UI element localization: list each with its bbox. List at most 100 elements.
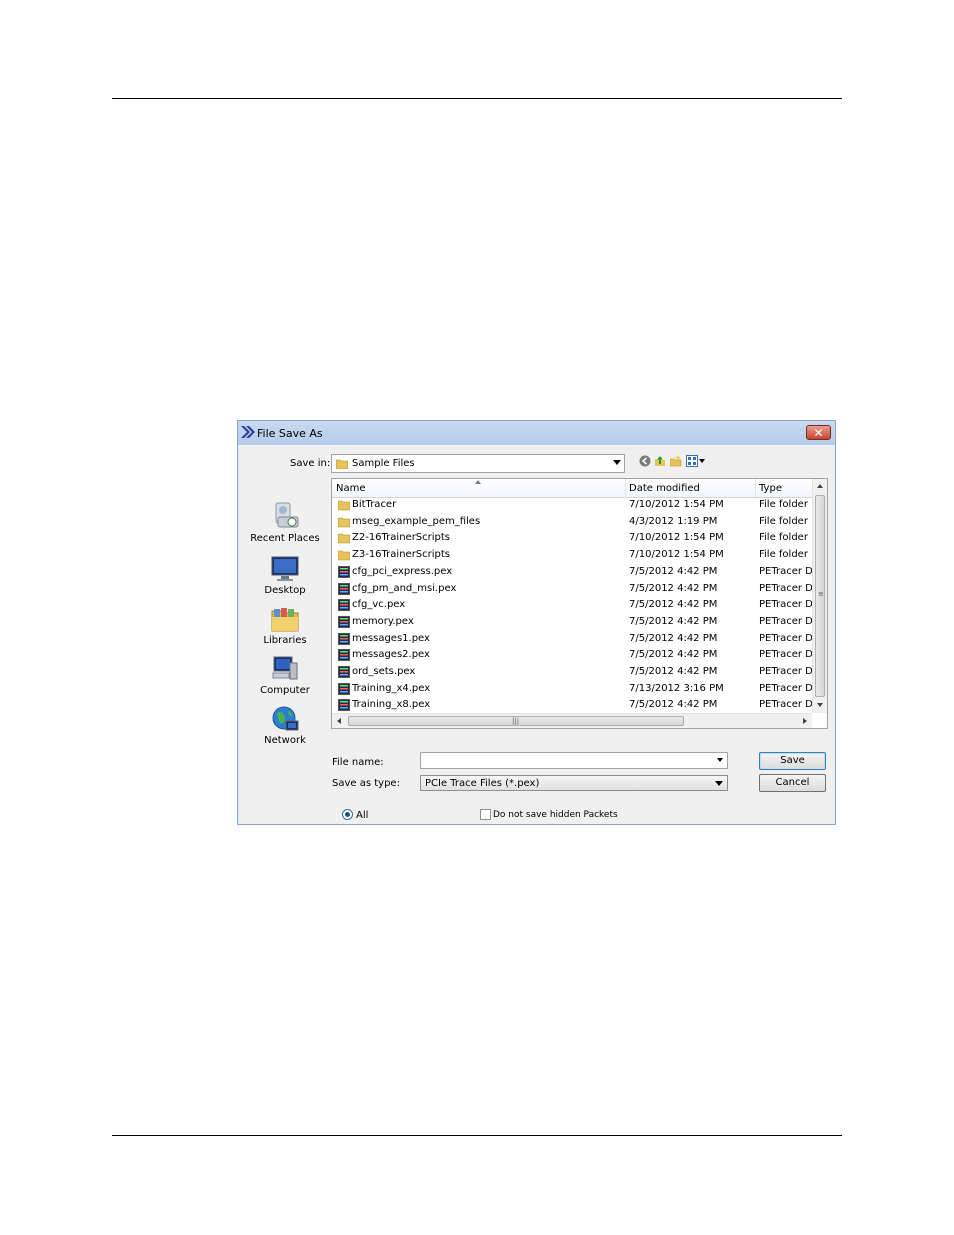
file-row[interactable]: ord_sets.pex 7/5/2012 4:42 PM PETracer Dc — [332, 664, 812, 680]
file-row[interactable]: BitTracer 7/10/2012 1:54 PM File folder — [332, 497, 812, 513]
scroll-up-icon[interactable] — [817, 484, 823, 488]
all-radio-label[interactable]: All — [356, 810, 368, 821]
place-libraries[interactable]: Libraries — [243, 605, 327, 653]
places-bar: Recent Places Desktop Libraries Computer… — [243, 501, 327, 756]
file-row[interactable]: messages2.pex 7/5/2012 4:42 PM PETracer Dc — [332, 647, 812, 663]
all-radio[interactable] — [342, 809, 353, 820]
title-bar[interactable]: File Save As ✕ — [238, 421, 835, 445]
vertical-scrollbar[interactable]: ≡ — [812, 479, 827, 713]
file-date: 7/13/2012 3:16 PM — [629, 682, 724, 694]
hidden-packets-checkbox[interactable] — [480, 809, 491, 820]
page-top-rule — [112, 98, 842, 99]
file-date: 7/5/2012 4:42 PM — [629, 615, 718, 627]
chevron-down-icon[interactable] — [717, 758, 723, 762]
computer-icon — [272, 656, 298, 680]
column-separator[interactable] — [625, 479, 626, 497]
pex-file-icon — [338, 682, 350, 695]
file-row[interactable]: Training_x8.pex 7/5/2012 4:42 PM PETracer … — [332, 697, 812, 713]
file-list-view[interactable]: Name Date modified Type BitTracer 7/10/20… — [331, 478, 828, 729]
horizontal-scrollbar[interactable]: ||| — [332, 713, 812, 728]
file-type: PETracer Dc — [759, 682, 812, 694]
file-type: PETracer Dc — [759, 565, 812, 577]
recent-places-icon — [275, 502, 299, 528]
place-label: Network — [264, 735, 306, 746]
column-header-name[interactable]: Name — [336, 483, 366, 494]
cancel-button[interactable]: Cancel — [759, 774, 826, 792]
file-name-input[interactable] — [420, 752, 728, 769]
file-row[interactable]: Training_x4.pex 7/13/2012 3:16 PM PETracer… — [332, 681, 812, 697]
file-row[interactable]: messages1.pex 7/5/2012 4:42 PM PETracer Dc — [332, 631, 812, 647]
file-date: 7/5/2012 4:42 PM — [629, 582, 718, 594]
save-in-dropdown[interactable]: Sample Files — [331, 454, 625, 473]
save-in-label: Save in: — [290, 458, 331, 469]
file-name-label: File name: — [332, 757, 384, 768]
file-date: 7/5/2012 4:42 PM — [629, 632, 718, 644]
chevron-down-icon[interactable] — [613, 460, 621, 465]
dialog-title: File Save As — [257, 427, 323, 440]
folder-icon — [338, 550, 350, 561]
file-date: 7/5/2012 4:42 PM — [629, 649, 718, 661]
new-folder-icon[interactable] — [670, 455, 682, 467]
chevron-down-icon[interactable] — [715, 781, 723, 786]
file-type: PETracer Dc — [759, 649, 812, 661]
file-date: 7/5/2012 4:42 PM — [629, 699, 718, 711]
file-name: mseg_example_pem_files — [352, 515, 481, 527]
list-header: Name Date modified Type — [332, 479, 812, 498]
place-desktop[interactable]: Desktop — [243, 555, 327, 603]
scroll-right-icon[interactable] — [803, 718, 807, 724]
file-row[interactable]: cfg_pci_express.pex 7/5/2012 4:42 PM PETra… — [332, 564, 812, 580]
place-label: Libraries — [263, 635, 307, 646]
network-icon — [272, 706, 299, 731]
pex-file-icon — [338, 615, 350, 628]
file-type: File folder — [759, 499, 808, 510]
file-name: Training_x4.pex — [352, 682, 431, 694]
scroll-down-icon[interactable] — [817, 703, 823, 707]
up-folder-icon[interactable] — [654, 455, 666, 467]
file-date: 7/5/2012 4:42 PM — [629, 565, 718, 577]
file-name: cfg_pci_express.pex — [352, 565, 453, 577]
file-date: 7/5/2012 4:42 PM — [629, 599, 718, 611]
pex-file-icon — [338, 699, 350, 712]
file-name: ord_sets.pex — [352, 666, 416, 677]
libraries-icon — [271, 608, 299, 632]
file-name: Training_x8.pex — [352, 699, 431, 711]
place-label: Recent Places — [250, 533, 320, 544]
views-menu-icon[interactable] — [686, 455, 706, 467]
save-button[interactable]: Save — [759, 752, 826, 770]
place-network[interactable]: Network — [243, 705, 327, 753]
pex-file-icon — [338, 565, 350, 578]
file-type: PETracer Dc — [759, 599, 812, 611]
column-header-date[interactable]: Date modified — [629, 483, 700, 494]
file-row[interactable]: cfg_pm_and_msi.pex 7/5/2012 4:42 PM PETrac… — [332, 581, 812, 597]
close-button[interactable]: ✕ — [806, 425, 831, 440]
column-header-type[interactable]: Type — [759, 483, 782, 494]
back-icon[interactable] — [639, 455, 651, 467]
radio-selected-dot — [345, 812, 350, 817]
file-row[interactable]: Z3-16TrainerScripts 7/10/2012 1:54 PM File… — [332, 547, 812, 563]
scroll-left-icon[interactable] — [337, 718, 341, 724]
file-row[interactable]: Z2-16TrainerScripts 7/10/2012 1:54 PM File… — [332, 530, 812, 546]
horizontal-scroll-thumb[interactable]: ||| — [348, 716, 684, 726]
hidden-packets-label[interactable]: Do not save hidden Packets — [493, 810, 618, 820]
file-type: File folder — [759, 532, 808, 544]
file-date: 7/10/2012 1:54 PM — [629, 532, 724, 544]
file-type: PETracer Dc — [759, 615, 812, 627]
desktop-icon — [271, 556, 299, 581]
place-recent-places[interactable]: Recent Places — [243, 501, 327, 549]
file-row[interactable]: memory.pex 7/5/2012 4:42 PM PETracer Dc — [332, 614, 812, 630]
pex-file-icon — [338, 666, 350, 678]
file-row[interactable]: mseg_example_pem_files 4/3/2012 1:19 PM Fi… — [332, 514, 812, 530]
file-type: PETracer Dc — [759, 699, 812, 711]
column-separator[interactable] — [755, 479, 756, 497]
place-label: Computer — [260, 685, 310, 696]
grip-icon: ≡ — [818, 590, 824, 598]
file-type: PETracer Dc — [759, 582, 812, 594]
file-row[interactable]: cfg_vc.pex 7/5/2012 4:42 PM PETracer Dc — [332, 597, 812, 613]
place-computer[interactable]: Computer — [243, 655, 327, 703]
vertical-scroll-thumb[interactable]: ≡ — [815, 495, 825, 697]
save-as-type-dropdown[interactable]: PCIe Trace Files (*.pex) — [420, 775, 728, 791]
file-type: PETracer Dc — [759, 632, 812, 644]
folder-icon — [336, 459, 348, 469]
save-as-type-value: PCIe Trace Files (*.pex) — [425, 778, 540, 789]
folder-icon — [338, 534, 350, 544]
